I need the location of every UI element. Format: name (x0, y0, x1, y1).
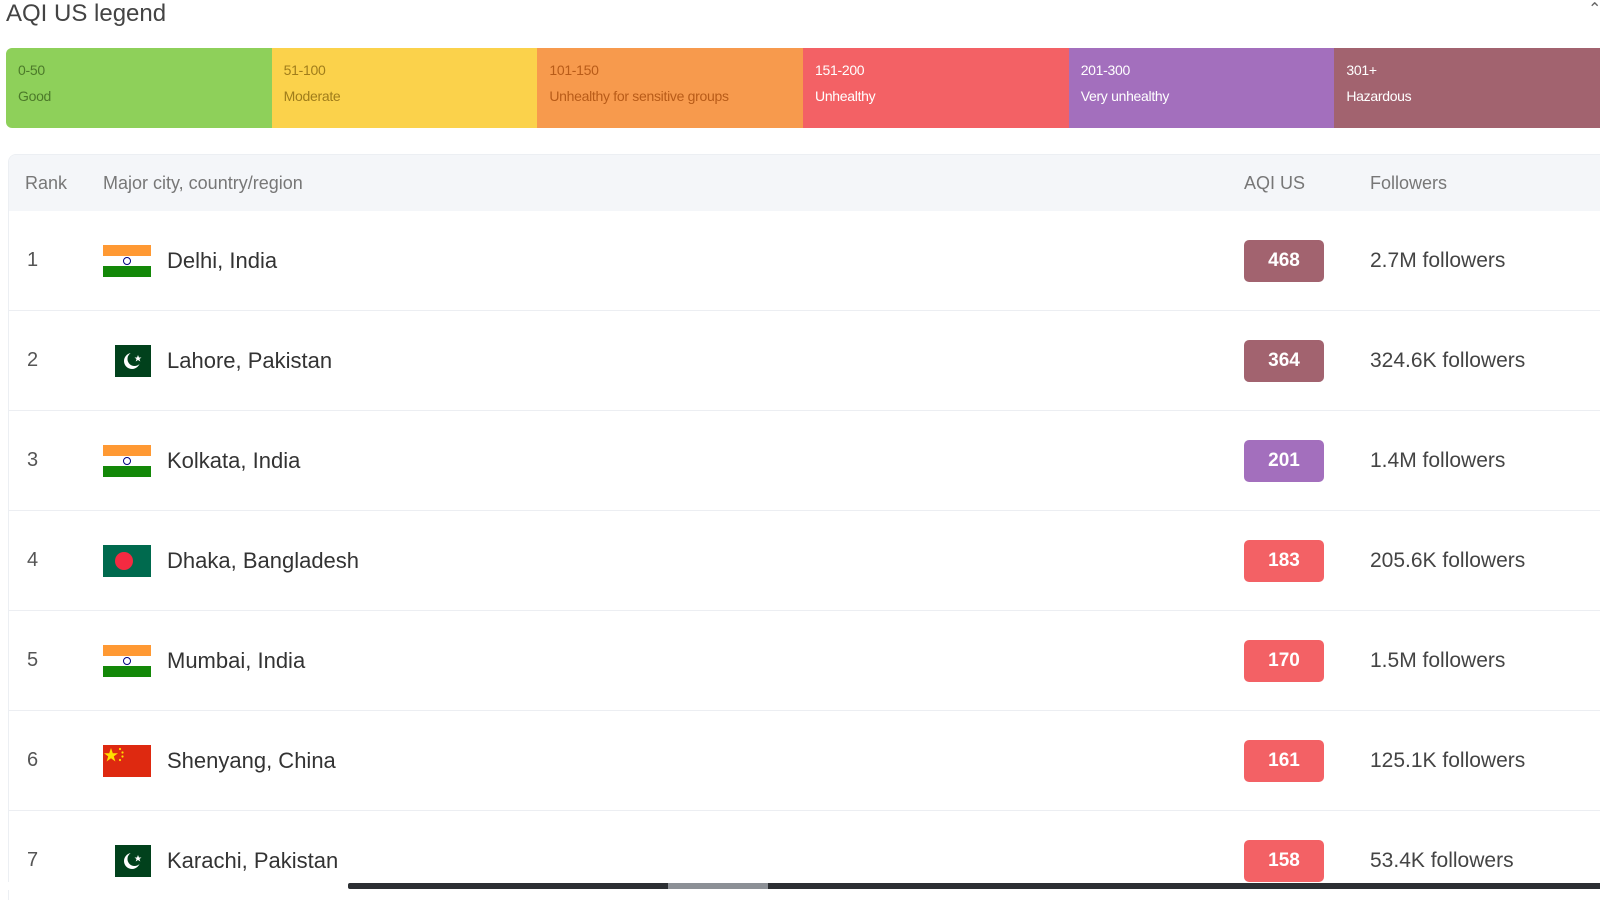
aqi-badge: 170 (1244, 639, 1324, 682)
aqi-cell: 201 (1244, 439, 1370, 482)
city-cell: Karachi, Pakistan (103, 844, 1244, 877)
legend-segment-hazardous: 301+ Hazardous (1334, 48, 1600, 128)
header-city[interactable]: Major city, country/region (103, 173, 1244, 194)
header-rank[interactable]: Rank (9, 173, 103, 194)
legend-segment-moderate: 51-100 Moderate (271, 48, 538, 128)
rank-cell: 7 (27, 849, 39, 871)
city-ranking-table: Rank Major city, country/region AQI US F… (8, 154, 1600, 900)
followers-cell: 1.4M followers (1370, 448, 1506, 472)
aqi-cell: 183 (1244, 539, 1370, 582)
pakistan-flag-icon (103, 344, 151, 377)
aqi-cell: 170 (1244, 639, 1370, 682)
city-cell: Dhaka, Bangladesh (103, 544, 1244, 577)
table-row[interactable]: 1 Delhi, India 468 2.7M followers (9, 211, 1600, 311)
legend-range: 151-200 (815, 62, 865, 78)
table-row[interactable]: 4 Dhaka, Bangladesh 183 205.6K followers (9, 511, 1600, 611)
aqi-cell: 468 (1244, 239, 1370, 282)
legend-range: 201-300 (1080, 62, 1131, 78)
rank-cell: 4 (27, 549, 39, 571)
legend-range: 301+ (1346, 62, 1377, 78)
city-name-link[interactable]: Shenyang, China (167, 748, 336, 774)
china-flag-icon (103, 744, 151, 777)
aqi-badge: 158 (1244, 839, 1324, 882)
header-aqi[interactable]: AQI US (1244, 173, 1370, 194)
horizontal-scrollbar[interactable] (8, 882, 1600, 890)
aqi-legend-bar: 0-50 Good 51-100 Moderate 101-150 Unheal… (6, 48, 1600, 128)
scrollbar-thumb[interactable] (348, 883, 1600, 889)
legend-segment-good: 0-50 Good (6, 48, 272, 128)
followers-cell: 2.7M followers (1370, 248, 1506, 272)
city-name-link[interactable]: Karachi, Pakistan (167, 848, 338, 874)
aqi-badge: 468 (1244, 239, 1324, 282)
legend-label: Unhealthy for sensitive groups (549, 88, 729, 104)
followers-cell: 53.4K followers (1370, 848, 1514, 872)
legend-segment-very-unhealthy: 201-300 Very unhealthy (1068, 48, 1335, 128)
legend-label: Moderate (283, 88, 341, 104)
aqi-badge: 201 (1244, 439, 1324, 482)
city-name-link[interactable]: Kolkata, India (167, 448, 300, 474)
legend-label: Very unhealthy (1080, 88, 1170, 104)
table-row[interactable]: 3 Kolkata, India 201 1.4M followers (9, 411, 1600, 511)
aqi-badge: 183 (1244, 539, 1324, 582)
legend-range: 51-100 (283, 62, 326, 78)
legend-label: Hazardous (1346, 88, 1412, 104)
rank-cell: 1 (27, 249, 39, 271)
legend-label: Good (18, 88, 52, 104)
table-row[interactable]: 5 Mumbai, India 170 1.5M followers (9, 611, 1600, 711)
city-cell: Shenyang, China (103, 744, 1244, 777)
city-name-link[interactable]: Delhi, India (167, 248, 277, 274)
legend-segment-unhealthy-sensitive: 101-150 Unhealthy for sensitive groups (537, 48, 804, 128)
bangladesh-flag-icon (103, 544, 151, 577)
followers-cell: 205.6K followers (1370, 548, 1526, 572)
aqi-ranking-page: AQI US legend ⌃ 0-50 Good 51-100 Moderat… (0, 0, 1600, 900)
pakistan-flag-icon (103, 844, 151, 877)
header-followers[interactable]: Followers (1370, 173, 1600, 194)
rank-cell: 6 (27, 749, 39, 771)
rank-cell: 5 (27, 649, 39, 671)
followers-cell: 125.1K followers (1370, 748, 1526, 772)
legend-range: 101-150 (549, 62, 599, 78)
aqi-cell: 364 (1244, 339, 1370, 382)
legend-segment-unhealthy: 151-200 Unhealthy (803, 48, 1069, 128)
rank-cell: 3 (27, 449, 39, 471)
city-cell: Lahore, Pakistan (103, 344, 1244, 377)
city-name-link[interactable]: Dhaka, Bangladesh (167, 548, 359, 574)
india-flag-icon (103, 444, 151, 477)
legend-range: 0-50 (18, 62, 45, 78)
table-row[interactable]: 6 Shenyang, China 161 125.1K followers (9, 711, 1600, 811)
table-row[interactable]: 2 Lahore, Pakistan 364 324.6K followers (9, 311, 1600, 411)
india-flag-icon (103, 244, 151, 277)
scrollbar-grip[interactable] (668, 883, 768, 889)
legend-title: AQI US legend (6, 0, 167, 27)
city-name-link[interactable]: Lahore, Pakistan (167, 348, 332, 374)
city-cell: Delhi, India (103, 244, 1244, 277)
city-name-link[interactable]: Mumbai, India (167, 648, 305, 674)
followers-cell: 1.5M followers (1370, 648, 1506, 672)
legend-label: Unhealthy (815, 88, 876, 104)
collapse-icon[interactable]: ⌃ (1588, 2, 1600, 18)
aqi-badge: 161 (1244, 739, 1324, 782)
city-cell: Kolkata, India (103, 444, 1244, 477)
india-flag-icon (103, 644, 151, 677)
aqi-cell: 158 (1244, 839, 1370, 882)
city-cell: Mumbai, India (103, 644, 1244, 677)
aqi-badge: 364 (1244, 339, 1324, 382)
followers-cell: 324.6K followers (1370, 348, 1526, 372)
aqi-cell: 161 (1244, 739, 1370, 782)
rank-cell: 2 (27, 349, 39, 371)
table-header: Rank Major city, country/region AQI US F… (9, 155, 1600, 211)
